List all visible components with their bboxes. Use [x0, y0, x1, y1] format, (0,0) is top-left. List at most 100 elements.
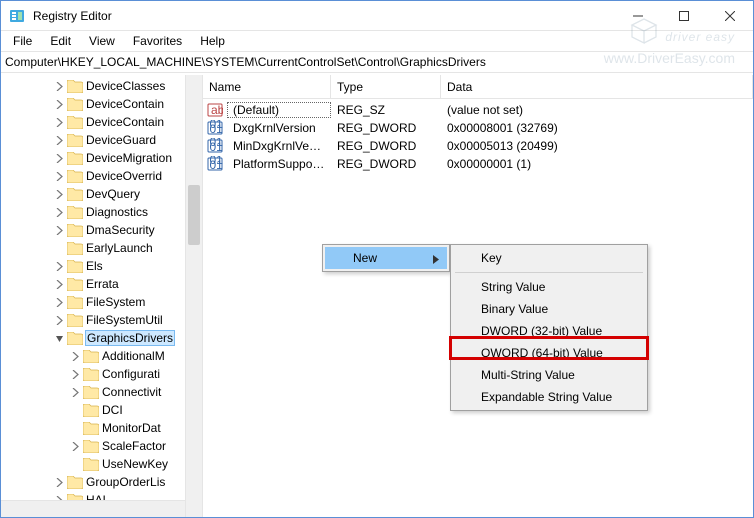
binary-value-icon: 011010: [207, 120, 223, 136]
expand-icon[interactable]: [51, 185, 67, 203]
tree-item[interactable]: MonitorDat: [1, 419, 202, 437]
expand-icon[interactable]: [51, 167, 67, 185]
folder-icon: [67, 475, 83, 489]
tree-item[interactable]: Connectivit: [1, 383, 202, 401]
list-row[interactable]: 011010PlatformSupport...REG_DWORD0x00000…: [203, 155, 753, 173]
menu-view[interactable]: View: [81, 32, 123, 50]
list-row[interactable]: 011010MinDxgKrnlVersi...REG_DWORD0x00005…: [203, 137, 753, 155]
svg-text:ab: ab: [211, 103, 223, 117]
expand-icon[interactable]: [51, 95, 67, 113]
tree-item[interactable]: DevQuery: [1, 185, 202, 203]
tree-pane[interactable]: DeviceClassesDeviceContainDeviceContainD…: [1, 75, 203, 517]
folder-icon: [67, 115, 83, 129]
expand-icon[interactable]: [51, 203, 67, 221]
expand-icon[interactable]: [51, 221, 67, 239]
regedit-icon: [9, 8, 25, 24]
svg-text:010: 010: [210, 122, 224, 136]
expand-icon[interactable]: [51, 257, 67, 275]
list-row[interactable]: ab(Default)REG_SZ(value not set): [203, 101, 753, 119]
ctx-qword[interactable]: QWORD (64-bit) Value: [453, 342, 645, 364]
list-header: Name Type Data: [203, 75, 753, 99]
menubar: File Edit View Favorites Help: [1, 31, 753, 51]
expand-icon[interactable]: [51, 149, 67, 167]
tree-item-label: Connectivit: [102, 385, 161, 399]
folder-icon: [67, 313, 83, 327]
tree-item[interactable]: GroupOrderLis: [1, 473, 202, 491]
tree-item-label: ScaleFactor: [102, 439, 166, 453]
expand-icon[interactable]: [51, 275, 67, 293]
ctx-string[interactable]: String Value: [453, 276, 645, 298]
tree-item[interactable]: DeviceContain: [1, 113, 202, 131]
tree-item[interactable]: DCI: [1, 401, 202, 419]
tree-item[interactable]: ScaleFactor: [1, 437, 202, 455]
tree-hscrollbar[interactable]: [1, 500, 185, 517]
expand-icon[interactable]: [67, 365, 83, 383]
folder-icon: [67, 277, 83, 291]
col-type[interactable]: Type: [331, 75, 441, 98]
expand-icon[interactable]: [51, 293, 67, 311]
value-type: REG_DWORD: [331, 139, 441, 153]
tree-item-label: DeviceClasses: [86, 79, 165, 93]
value-data: 0x00005013 (20499): [441, 139, 753, 153]
context-menu-primary: New: [322, 244, 450, 272]
tree-item-label: DevQuery: [86, 187, 140, 201]
expand-icon[interactable]: [51, 131, 67, 149]
menu-file[interactable]: File: [5, 32, 40, 50]
minimize-button[interactable]: [615, 1, 661, 31]
tree-item[interactable]: DeviceClasses: [1, 77, 202, 95]
folder-icon: [83, 403, 99, 417]
tree-item[interactable]: FileSystem: [1, 293, 202, 311]
ctx-separator: [455, 272, 643, 273]
expand-icon[interactable]: [51, 113, 67, 131]
expand-icon[interactable]: [67, 347, 83, 365]
tree-item[interactable]: Els: [1, 257, 202, 275]
ctx-new-label: New: [353, 251, 377, 265]
tree-item-label: GraphicsDrivers: [86, 331, 174, 345]
col-data[interactable]: Data: [441, 75, 753, 98]
expand-icon[interactable]: [51, 77, 67, 95]
menu-help[interactable]: Help: [192, 32, 233, 50]
titlebar: Registry Editor: [1, 1, 753, 31]
tree-item-label: GroupOrderLis: [86, 475, 165, 489]
tree-item[interactable]: EarlyLaunch: [1, 239, 202, 257]
list-row[interactable]: 011010DxgKrnlVersionREG_DWORD0x00008001 …: [203, 119, 753, 137]
ctx-dword[interactable]: DWORD (32-bit) Value: [453, 320, 645, 342]
tree-item[interactable]: GraphicsDrivers: [1, 329, 202, 347]
tree-item[interactable]: DeviceContain: [1, 95, 202, 113]
maximize-button[interactable]: [661, 1, 707, 31]
folder-icon: [67, 151, 83, 165]
folder-icon: [67, 79, 83, 93]
tree-item[interactable]: Configurati: [1, 365, 202, 383]
tree-item[interactable]: Diagnostics: [1, 203, 202, 221]
folder-icon: [67, 241, 83, 255]
tree-item-label: Configurati: [102, 367, 160, 381]
tree-item[interactable]: UseNewKey: [1, 455, 202, 473]
expand-icon[interactable]: [51, 311, 67, 329]
folder-icon: [67, 223, 83, 237]
ctx-binary[interactable]: Binary Value: [453, 298, 645, 320]
ctx-expand[interactable]: Expandable String Value: [453, 386, 645, 408]
folder-icon: [83, 457, 99, 471]
tree-item[interactable]: DeviceOverrid: [1, 167, 202, 185]
expand-icon[interactable]: [67, 383, 83, 401]
expand-icon[interactable]: [51, 473, 67, 491]
tree-item[interactable]: DeviceMigration: [1, 149, 202, 167]
close-button[interactable]: [707, 1, 753, 31]
ctx-new[interactable]: New: [325, 247, 447, 269]
tree-item[interactable]: FileSystemUtil: [1, 311, 202, 329]
menu-edit[interactable]: Edit: [42, 32, 79, 50]
tree-vscrollbar[interactable]: [185, 75, 202, 517]
address-bar[interactable]: Computer\HKEY_LOCAL_MACHINE\SYSTEM\Curre…: [1, 51, 753, 73]
col-name[interactable]: Name: [203, 75, 331, 98]
tree-item[interactable]: DeviceGuard: [1, 131, 202, 149]
tree-item[interactable]: AdditionalM: [1, 347, 202, 365]
expand-icon[interactable]: [67, 437, 83, 455]
tree-item[interactable]: Errata: [1, 275, 202, 293]
ctx-binary-label: Binary Value: [481, 302, 548, 316]
tree-item[interactable]: DmaSecurity: [1, 221, 202, 239]
submenu-arrow-icon: [433, 253, 439, 267]
ctx-key[interactable]: Key: [453, 247, 645, 269]
menu-favorites[interactable]: Favorites: [125, 32, 190, 50]
ctx-multi[interactable]: Multi-String Value: [453, 364, 645, 386]
expand-icon[interactable]: [51, 329, 67, 347]
